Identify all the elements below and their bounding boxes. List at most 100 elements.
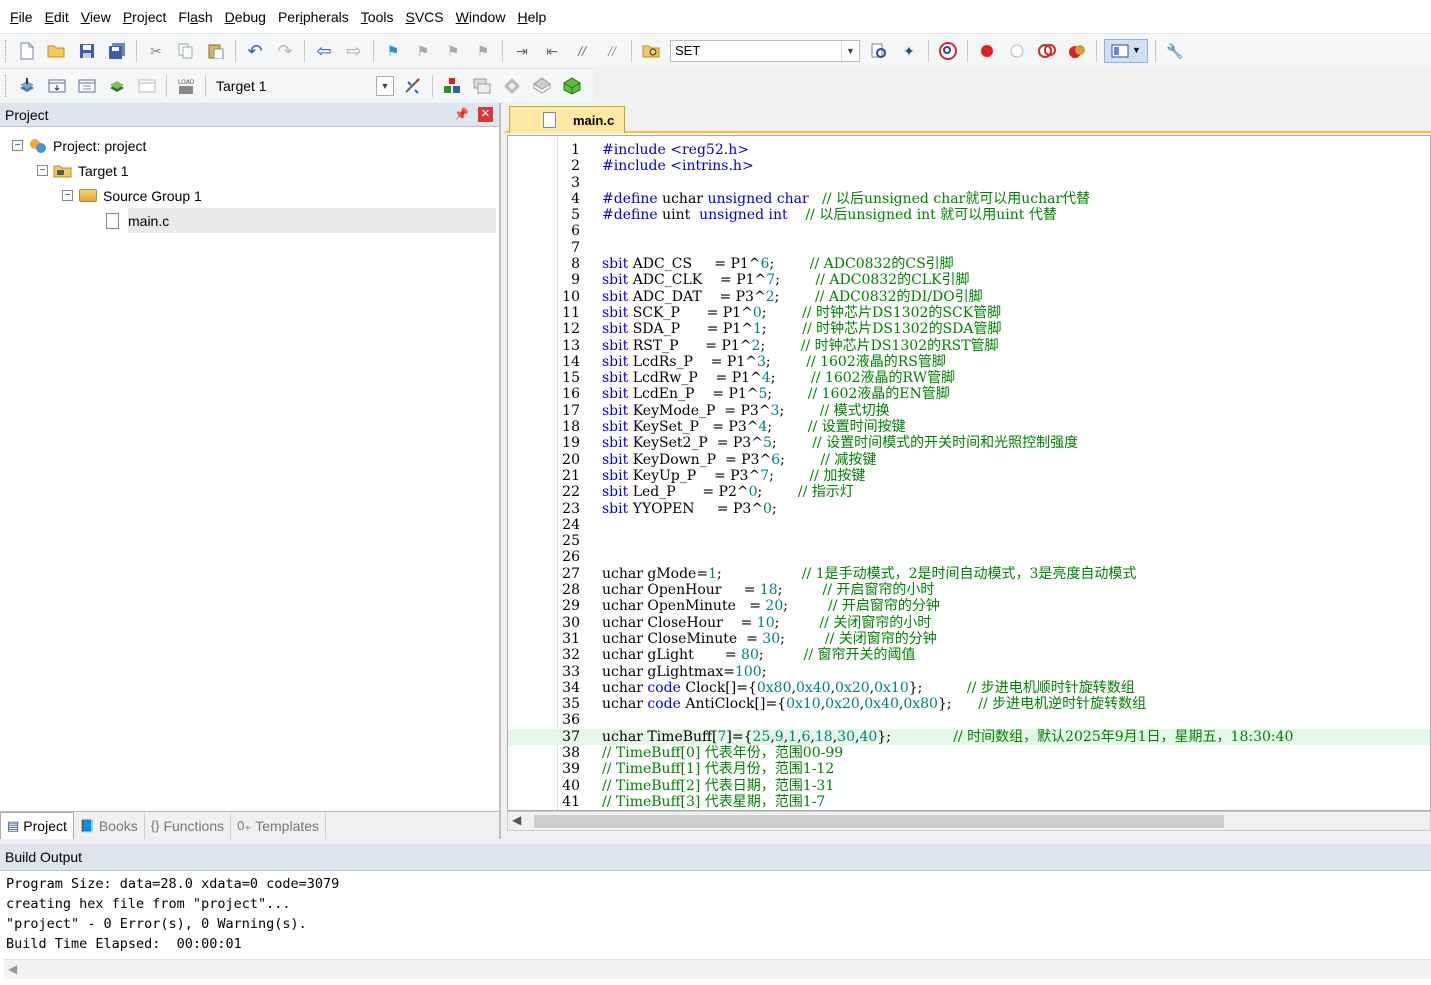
code-token: code <box>647 679 681 696</box>
cut-icon[interactable]: ✂ <box>144 39 168 63</box>
debug-session-icon[interactable] <box>936 39 960 63</box>
find-icon[interactable] <box>867 39 891 63</box>
paste-icon[interactable] <box>204 39 228 63</box>
pin-icon[interactable]: 📌 <box>454 107 469 121</box>
line-number: 17 <box>562 402 580 419</box>
download-load-icon[interactable]: LOAD <box>174 74 198 98</box>
code-line: 4 #define uchar unsigned char // 以后unsign… <box>508 191 1430 207</box>
menu-edit[interactable]: Edit <box>39 0 75 34</box>
code-token: ; <box>783 598 829 615</box>
indent-icon[interactable]: ⇥ <box>510 39 534 63</box>
chevron-down-icon[interactable]: ▼ <box>841 40 859 61</box>
find-in-files-icon[interactable] <box>639 39 663 63</box>
menu-debug[interactable]: Debug <box>219 0 272 34</box>
toolbar-grip[interactable] <box>5 39 8 62</box>
tab-templates[interactable]: 0₊ Templates <box>231 812 327 839</box>
translate-icon[interactable] <box>15 74 39 98</box>
tree-item-project-project[interactable]: − Project: project <box>0 133 499 158</box>
navigate-back-icon[interactable]: ⇦ <box>312 39 336 63</box>
menu-window[interactable]: Window <box>450 0 512 34</box>
window-layout-icon[interactable]: ▼ <box>1104 38 1148 63</box>
code-line: 23 sbit YYOPEN = P3^0; <box>508 501 1430 517</box>
software-packs-icon[interactable] <box>560 74 584 98</box>
build-output-title: Build Output <box>0 844 1431 871</box>
stop-build-icon[interactable] <box>135 74 159 98</box>
tab-books[interactable]: 📘 Books <box>74 812 145 839</box>
code-token: 0x20 <box>825 696 860 713</box>
bookmark-toggle-icon[interactable]: ⚑ <box>381 39 405 63</box>
close-icon[interactable]: ✕ <box>478 107 493 122</box>
comment-icon[interactable]: // <box>570 39 594 63</box>
select-packs-icon[interactable] <box>470 74 494 98</box>
menu-peripherals[interactable]: Peripherals <box>272 0 355 34</box>
save-all-icon[interactable] <box>105 39 129 63</box>
batch-build-icon[interactable] <box>105 74 129 98</box>
menu-help[interactable]: Help <box>511 0 552 34</box>
breakpoint-disable-all-icon[interactable] <box>1035 39 1059 63</box>
code-line: 41 // TimeBuff[3] 代表星期，范围1-7 <box>508 794 1430 810</box>
code-token: // 时钟芯片DS1302的SCK管脚 <box>802 304 1002 321</box>
menu-svcs[interactable]: SVCS <box>399 0 449 34</box>
toolbar-grip[interactable] <box>5 74 8 97</box>
incremental-find-icon[interactable]: ✦ <box>897 39 921 63</box>
chevron-down-icon[interactable]: ▼ <box>376 75 394 96</box>
scroll-left-icon[interactable]: ◀ <box>512 813 521 827</box>
scroll-left-icon[interactable]: ◀ <box>8 962 17 976</box>
tab-project[interactable]: ▤ Project <box>0 812 74 839</box>
scrollbar-thumb[interactable] <box>534 815 1224 828</box>
code-token: ; <box>767 386 808 403</box>
uncomment-icon[interactable]: // <box>600 39 624 63</box>
code-token: 1 <box>708 565 717 582</box>
manage-project-items-icon[interactable] <box>440 74 464 98</box>
redo-icon[interactable]: ↷ <box>273 39 297 63</box>
tree-item-source-group-1[interactable]: − Source Group 1 <box>0 183 499 208</box>
navigate-forward-icon[interactable]: ⇨ <box>342 39 366 63</box>
braces-icon: {} <box>150 818 160 833</box>
editor-tab-main-c[interactable]: main.c <box>509 106 625 133</box>
line-text: sbit SDA_P = P1^1; // 时钟芯片DS1302的SDA管脚 <box>602 321 1002 337</box>
line-text: uchar TimeBuff[7]={25,9,1,6,18,30,40}; /… <box>602 729 1293 745</box>
tree-item-target-1[interactable]: − Target 1 <box>0 158 499 183</box>
code-token: #define <box>602 207 658 224</box>
tab-functions[interactable]: {} Functions <box>145 812 232 839</box>
save-icon[interactable] <box>75 39 99 63</box>
options-for-target-icon[interactable] <box>401 74 425 98</box>
line-number: 20 <box>562 451 580 468</box>
undo-icon[interactable]: ↶ <box>243 39 267 63</box>
collapse-toggle-icon[interactable]: − <box>12 140 23 151</box>
target-icon <box>53 162 73 180</box>
breakpoint-kill-all-icon[interactable] <box>1065 39 1089 63</box>
collapse-toggle-icon[interactable]: − <box>62 190 73 201</box>
open-folder-icon[interactable] <box>45 39 69 63</box>
code-token: // TimeBuff[2] 代表日期，范围1-31 <box>602 777 835 794</box>
menu-file[interactable]: File <box>4 0 39 34</box>
menu-tools[interactable]: Tools <box>355 0 400 34</box>
bookmark-clear-icon[interactable]: ⚑ <box>471 39 495 63</box>
copy-icon[interactable] <box>174 39 198 63</box>
bookmark-previous-icon[interactable]: ⚑ <box>411 39 435 63</box>
build-output-text[interactable]: Program Size: data=28.0 xdata=0 code=307… <box>0 871 1431 957</box>
target-combobox[interactable]: Target 1 ▼ <box>214 75 394 97</box>
line-text: uchar gLightmax=100; <box>602 664 766 680</box>
pack-installer-icon[interactable] <box>530 74 554 98</box>
tree-item-main-c[interactable]: main.c <box>105 208 496 233</box>
code-editor[interactable]: 1 #include <reg52.h> 2 #include <intrins.h>… <box>507 135 1431 811</box>
build-icon[interactable] <box>45 74 69 98</box>
menu-flash[interactable]: Flash <box>172 0 218 34</box>
breakpoint-enable-icon[interactable] <box>1005 39 1029 63</box>
build-output-scrollbar[interactable]: ◀ <box>4 959 1431 979</box>
new-file-icon[interactable] <box>15 39 39 63</box>
code-token: RST_P = P1^ <box>628 337 752 354</box>
editor-horizontal-scrollbar[interactable]: ◀ <box>507 811 1431 831</box>
menu-view[interactable]: View <box>75 0 117 34</box>
code-token: sbit <box>602 370 629 387</box>
find-combobox[interactable]: SET ▼ <box>670 39 860 62</box>
collapse-toggle-icon[interactable]: − <box>37 165 48 176</box>
bookmark-next-icon[interactable]: ⚑ <box>441 39 465 63</box>
manage-rte-icon[interactable] <box>500 74 524 98</box>
rebuild-icon[interactable] <box>75 74 99 98</box>
menu-project[interactable]: Project <box>117 0 173 34</box>
configure-icon[interactable]: 🔧 <box>1163 39 1187 63</box>
breakpoint-insert-icon[interactable] <box>975 39 999 63</box>
unindent-icon[interactable]: ⇤ <box>540 39 564 63</box>
